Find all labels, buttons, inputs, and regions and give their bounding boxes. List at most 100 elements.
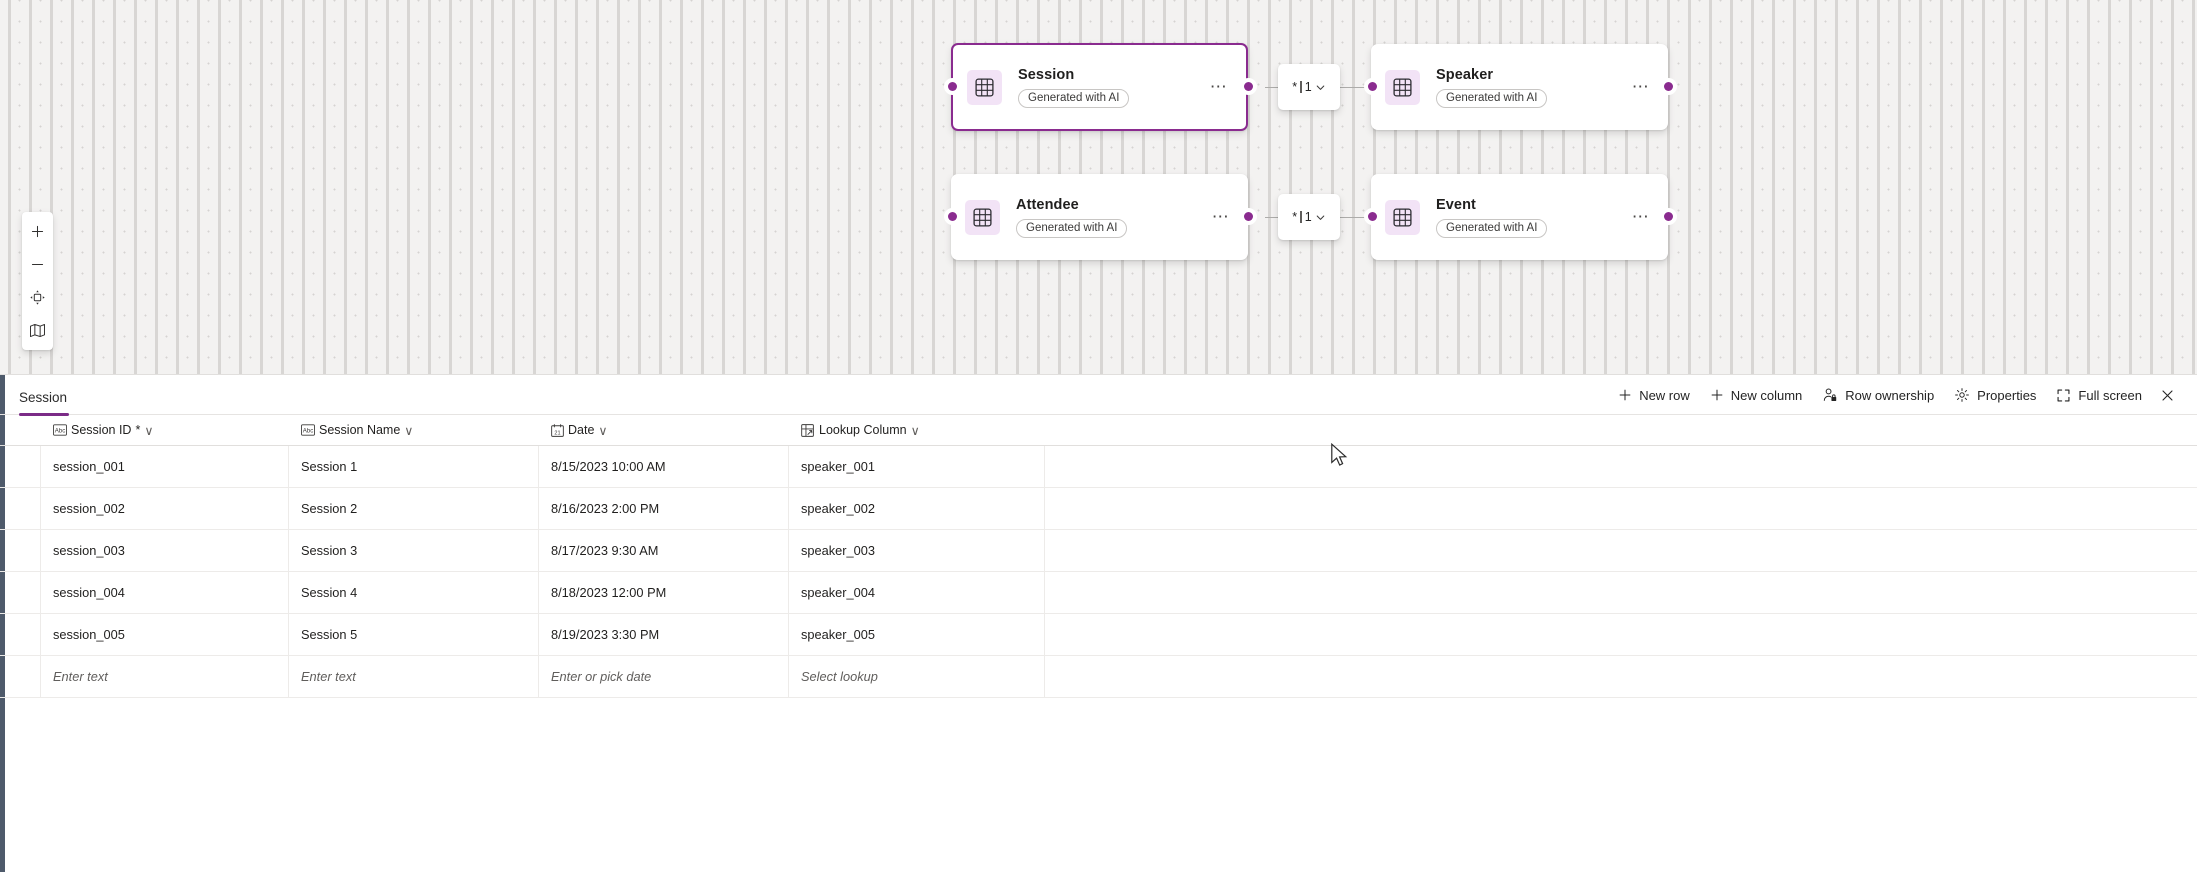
cell-session-name[interactable]: Session 5 <box>289 614 539 655</box>
new-row-date-input[interactable]: Enter or pick date <box>539 656 789 697</box>
zoom-in-button[interactable] <box>22 215 53 248</box>
date-icon: 21 <box>551 423 564 437</box>
connector-endpoint-speaker-left[interactable] <box>1364 78 1381 95</box>
cell-session-name[interactable]: Session 1 <box>289 446 539 487</box>
row-selector[interactable] <box>0 572 41 613</box>
zoom-out-button[interactable] <box>22 248 53 281</box>
table-row[interactable]: session_004 Session 4 8/18/2023 12:00 PM… <box>0 572 2197 614</box>
table-icon <box>965 199 1000 235</box>
grid-header-gutter <box>0 415 41 445</box>
cell-session-id[interactable]: session_002 <box>41 488 289 529</box>
node-more-menu-icon[interactable]: ⋯ <box>1628 204 1654 230</box>
panel-toolbar: New row New column Row ownership Propert… <box>1608 382 2183 408</box>
table-row[interactable]: session_001 Session 1 8/15/2023 10:00 AM… <box>0 446 2197 488</box>
new-row-button[interactable]: New row <box>1608 383 1700 408</box>
cell-session-name[interactable]: Session 4 <box>289 572 539 613</box>
column-header-date[interactable]: 21 Date ∨ <box>539 415 789 445</box>
cardinality-one: 1 <box>1304 210 1312 224</box>
new-row-session-name-input[interactable]: Enter text <box>289 656 539 697</box>
node-card-attendee[interactable]: Attendee Generated with AI ⋯ <box>951 174 1248 260</box>
table-row[interactable]: session_002 Session 2 8/16/2023 2:00 PM … <box>0 488 2197 530</box>
cardinality-badge-attendee-event[interactable]: * 1 <box>1278 194 1340 240</box>
table-icon <box>1385 199 1420 235</box>
chevron-down-icon[interactable]: ∨ <box>144 423 153 438</box>
cell-lookup-column[interactable]: speaker_004 <box>789 572 1045 613</box>
cardinality-badge-session-speaker[interactable]: * 1 <box>1278 64 1340 110</box>
table-row[interactable]: session_005 Session 5 8/19/2023 3:30 PM … <box>0 614 2197 656</box>
node-title: Session <box>1018 66 1075 83</box>
node-card-speaker[interactable]: Speaker Generated with AI ⋯ <box>1371 44 1668 130</box>
column-header-session-id[interactable]: Abc Session ID * ∨ <box>41 415 289 445</box>
chevron-down-icon[interactable]: ∨ <box>598 423 607 438</box>
cell-date[interactable]: 8/16/2023 2:00 PM <box>539 488 789 529</box>
row-selector[interactable] <box>0 656 41 697</box>
ai-generated-badge: Generated with AI <box>1436 218 1548 239</box>
cell-date[interactable]: 8/19/2023 3:30 PM <box>539 614 789 655</box>
cardinality-separator <box>1300 81 1302 93</box>
row-selector[interactable] <box>0 488 41 529</box>
cell-date[interactable]: 8/17/2023 9:30 AM <box>539 530 789 571</box>
minimap-icon[interactable] <box>22 314 53 347</box>
cell-lookup-column[interactable]: speaker_001 <box>789 446 1045 487</box>
node-card-event[interactable]: Event Generated with AI ⋯ <box>1371 174 1668 260</box>
cell-session-name[interactable]: Session 2 <box>289 488 539 529</box>
chevron-down-icon[interactable]: ∨ <box>404 423 413 438</box>
cardinality-many: * <box>1292 210 1298 224</box>
chevron-down-icon <box>1316 215 1325 220</box>
column-header-label: Lookup Column <box>819 423 907 437</box>
connector-endpoint-attendee-left[interactable] <box>944 208 961 225</box>
fit-to-screen-icon[interactable] <box>22 281 53 314</box>
svg-text:21: 21 <box>554 430 560 436</box>
new-row-session-id-input[interactable]: Enter text <box>41 656 289 697</box>
connector-endpoint-session-left[interactable] <box>944 78 961 95</box>
close-panel-button[interactable] <box>2152 383 2183 408</box>
tab-session[interactable]: Session <box>19 390 67 414</box>
connector-endpoint-session-right[interactable] <box>1240 78 1257 95</box>
expand-icon <box>2057 389 2070 401</box>
svg-text:Abc: Abc <box>55 427 66 434</box>
cell-session-id[interactable]: session_001 <box>41 446 289 487</box>
row-ownership-button[interactable]: Row ownership <box>1812 382 1944 408</box>
properties-button[interactable]: Properties <box>1944 382 2046 408</box>
cell-lookup-column[interactable]: speaker_003 <box>789 530 1045 571</box>
chevron-down-icon[interactable]: ∨ <box>911 423 920 438</box>
cell-lookup-column[interactable]: speaker_002 <box>789 488 1045 529</box>
node-more-menu-icon[interactable]: ⋯ <box>1208 204 1234 230</box>
full-screen-label: Full screen <box>2078 387 2142 403</box>
table-row[interactable]: session_003 Session 3 8/17/2023 9:30 AM … <box>0 530 2197 572</box>
row-selector[interactable] <box>0 446 41 487</box>
new-row-lookup-input[interactable]: Select lookup <box>789 656 1045 697</box>
cell-date[interactable]: 8/15/2023 10:00 AM <box>539 446 789 487</box>
node-more-menu-icon[interactable]: ⋯ <box>1628 74 1654 100</box>
row-selector[interactable] <box>0 530 41 571</box>
data-grid: Abc Session ID * ∨ Abc Session Name ∨ 21… <box>0 415 2197 698</box>
node-card-session[interactable]: Session Generated with AI ⋯ <box>951 43 1248 131</box>
gear-icon <box>1955 388 1970 402</box>
cell-session-id[interactable]: session_005 <box>41 614 289 655</box>
cell-date[interactable]: 8/18/2023 12:00 PM <box>539 572 789 613</box>
new-row-placeholder[interactable]: Enter text Enter text Enter or pick date… <box>0 656 2197 698</box>
node-text-attendee: Attendee Generated with AI <box>1016 196 1208 239</box>
connector-endpoint-speaker-right[interactable] <box>1660 78 1677 95</box>
connector-endpoint-event-left[interactable] <box>1364 208 1381 225</box>
erd-canvas[interactable]: Session Generated with AI ⋯ * 1 Speaker … <box>0 0 2197 374</box>
cardinality-separator <box>1300 211 1302 223</box>
person-lock-icon <box>1824 388 1837 402</box>
new-column-button[interactable]: New column <box>1700 383 1813 408</box>
column-header-session-name[interactable]: Abc Session Name ∨ <box>289 415 539 445</box>
connector-endpoint-attendee-right[interactable] <box>1240 208 1257 225</box>
node-title: Attendee <box>1016 196 1079 213</box>
connector-endpoint-event-right[interactable] <box>1660 208 1677 225</box>
row-selector[interactable] <box>0 614 41 655</box>
cell-session-id[interactable]: session_004 <box>41 572 289 613</box>
cardinality-one: 1 <box>1304 80 1312 94</box>
node-more-menu-icon[interactable]: ⋯ <box>1206 74 1232 100</box>
column-header-lookup-column[interactable]: Lookup Column ∨ <box>789 415 1045 445</box>
node-title: Event <box>1436 196 1476 213</box>
cell-session-name[interactable]: Session 3 <box>289 530 539 571</box>
cardinality-text: * 1 <box>1292 80 1311 94</box>
plus-icon <box>1619 389 1631 401</box>
cell-lookup-column[interactable]: speaker_005 <box>789 614 1045 655</box>
full-screen-button[interactable]: Full screen <box>2046 383 2152 408</box>
cell-session-id[interactable]: session_003 <box>41 530 289 571</box>
